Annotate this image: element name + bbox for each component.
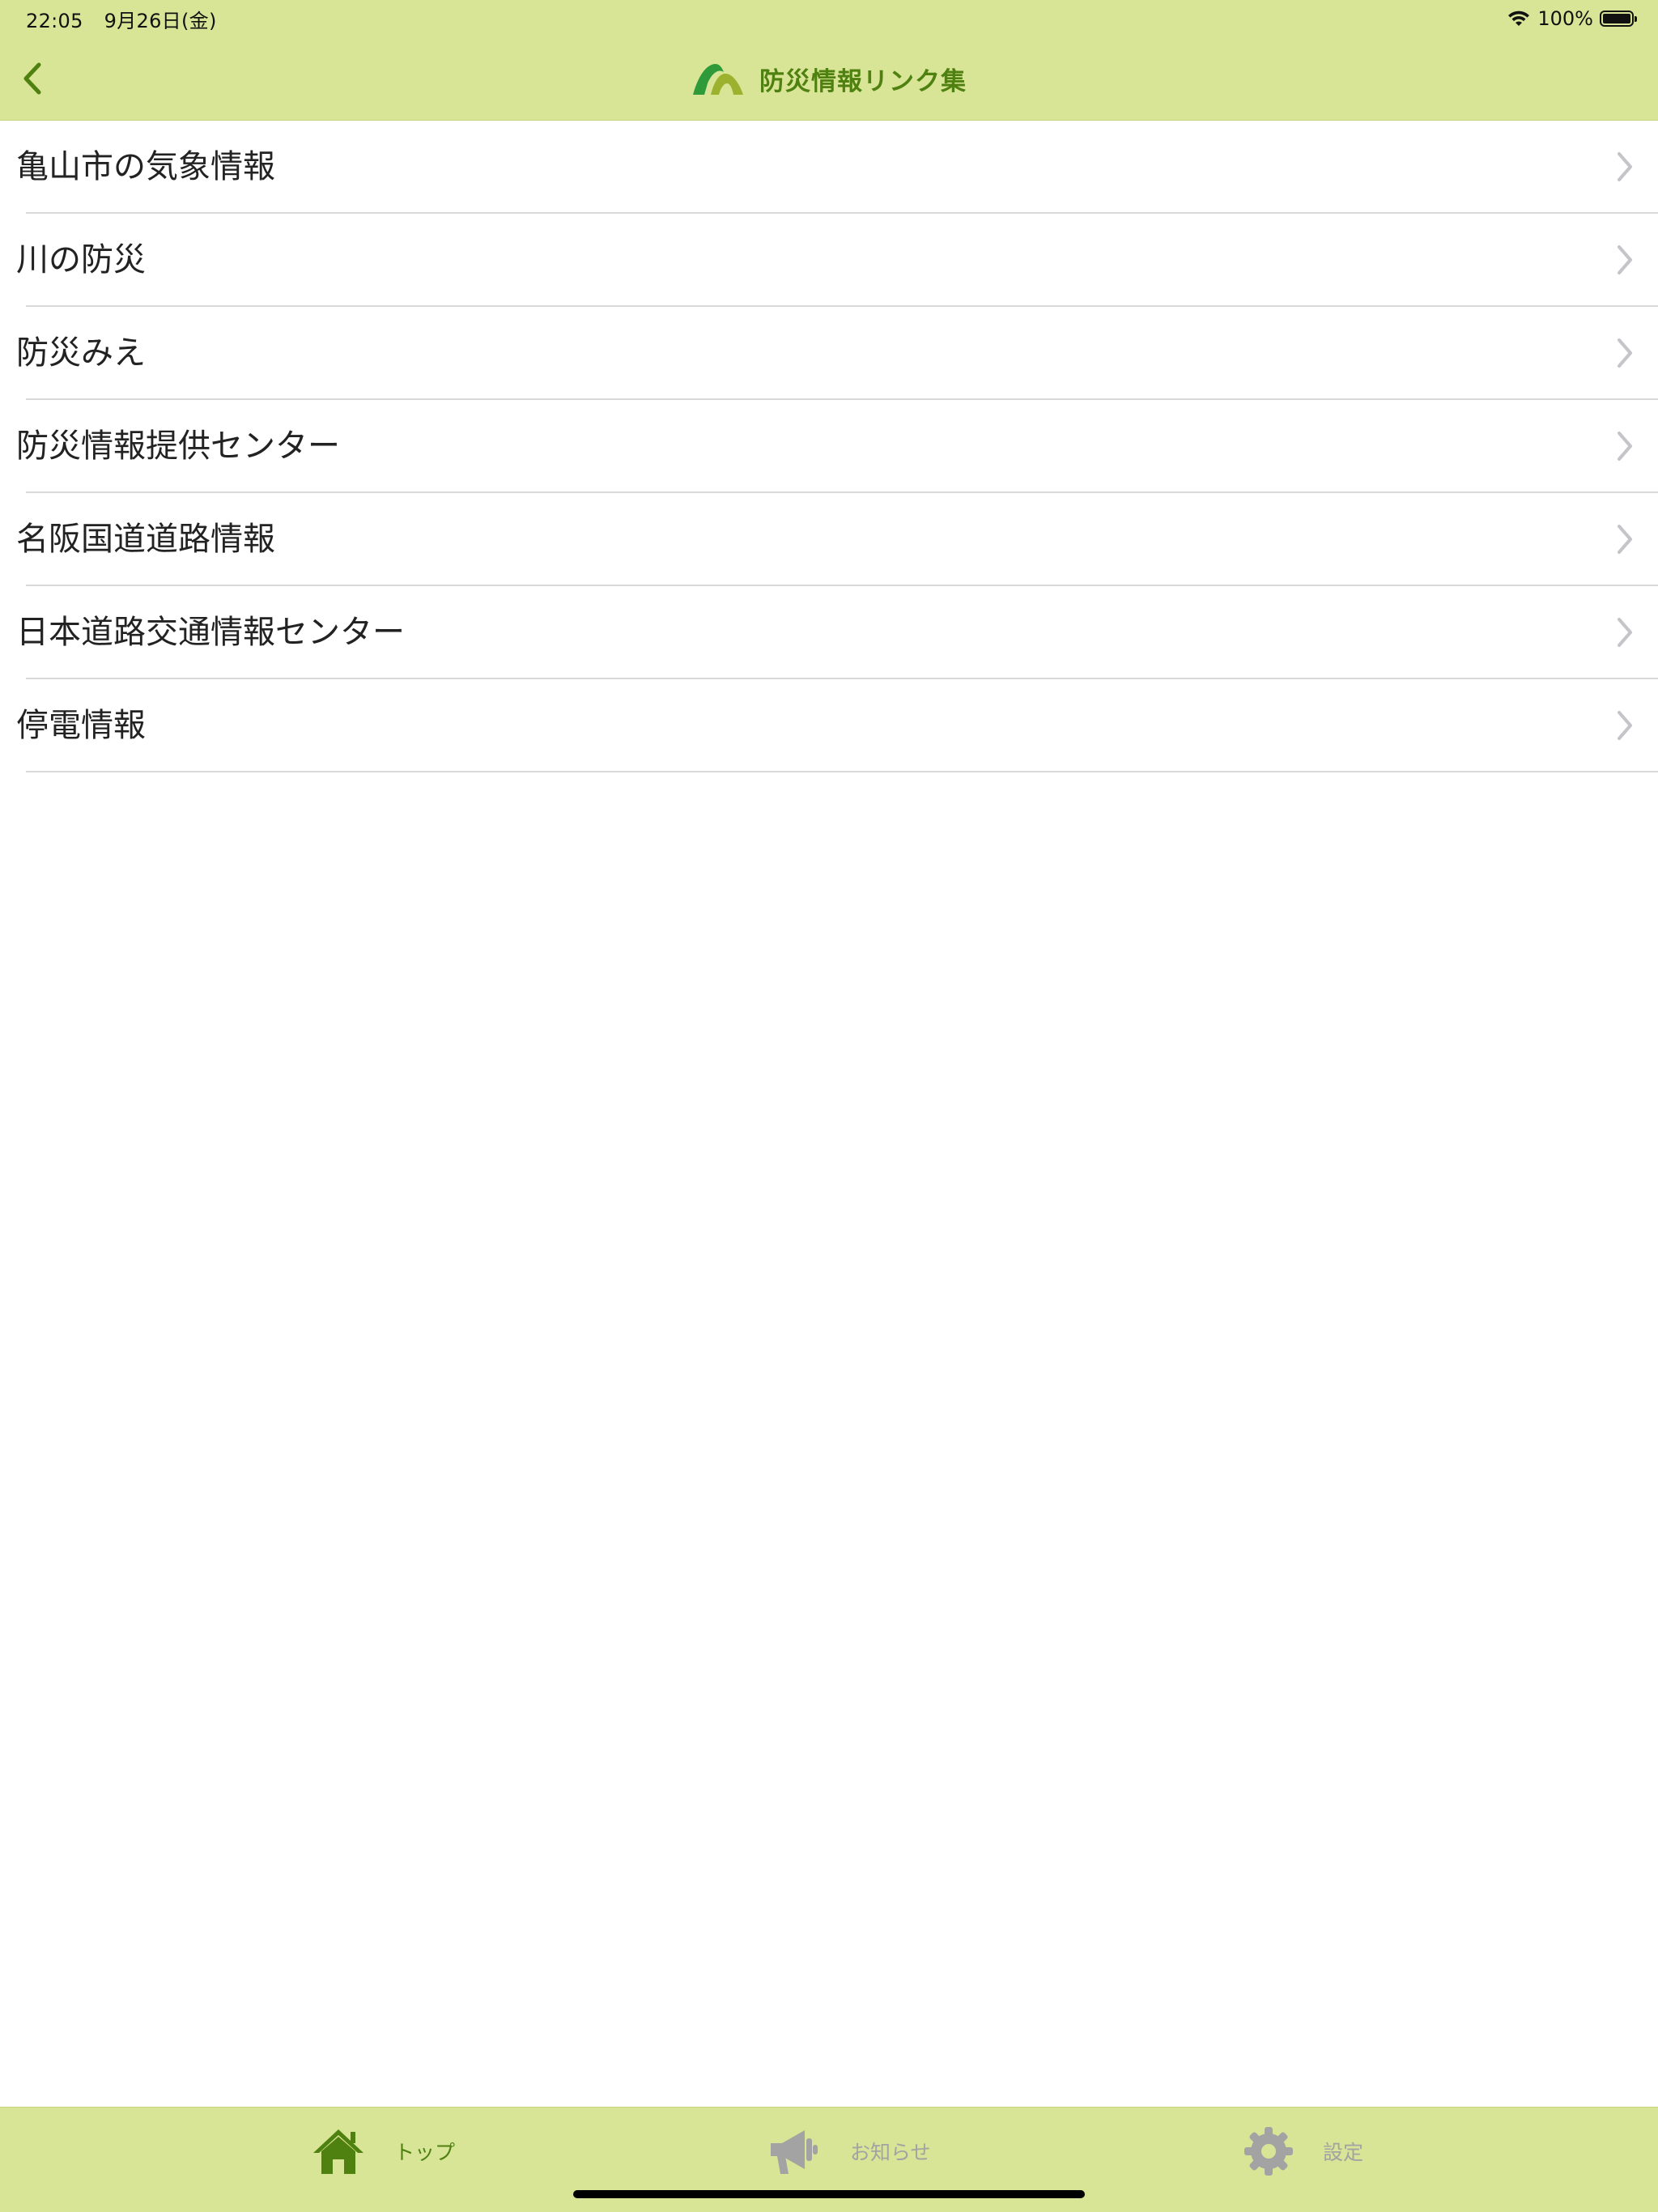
list-item[interactable]: 停電情報 — [0, 679, 1658, 772]
chevron-right-icon — [1618, 618, 1632, 647]
tab-news[interactable]: お知らせ — [767, 2119, 931, 2184]
list-item-label: 日本道路交通情報センター — [16, 614, 405, 651]
status-date: 9月26日(金) — [104, 10, 217, 32]
list-item-label: 防災みえ — [16, 334, 146, 372]
battery-icon — [1600, 11, 1637, 27]
chevron-right-icon — [1618, 432, 1632, 461]
list-item-label: 亀山市の気象情報 — [16, 148, 275, 185]
mountain-logo-icon — [693, 64, 743, 95]
tab-label-settings: 設定 — [1323, 2141, 1364, 2164]
list-item[interactable]: 防災情報提供センター — [0, 400, 1658, 493]
status-bar-left: 22:05 9月26日(金) — [26, 5, 238, 33]
battery-percent: 100% — [1537, 7, 1593, 30]
tab-label-news: お知らせ — [850, 2141, 931, 2164]
megaphone-icon — [771, 2130, 818, 2174]
battery-fill — [1603, 14, 1630, 23]
chevron-right-icon — [1618, 338, 1632, 368]
list-item-label: 名阪国道道路情報 — [16, 521, 275, 558]
list-item-label: 川の防災 — [16, 241, 146, 279]
page-title: 防災情報リンク集 — [759, 66, 967, 96]
list-item[interactable]: 日本道路交通情報センター — [0, 586, 1658, 679]
status-time: 22:05 — [26, 10, 83, 32]
nav-title-area: 防災情報リンク集 — [0, 49, 1658, 108]
chevron-right-icon — [1618, 245, 1632, 274]
wifi-icon — [1508, 11, 1530, 26]
list-item-label: 停電情報 — [16, 707, 146, 744]
tab-label-top: トップ — [394, 2141, 456, 2164]
list-item[interactable]: 名阪国道道路情報 — [0, 493, 1658, 586]
chevron-right-icon — [1618, 152, 1632, 181]
chevron-right-icon — [1618, 711, 1632, 740]
app-screen: 22:05 9月26日(金) 100% 防災情報リンク集 亀山市の気象情報 川の… — [0, 0, 1658, 2212]
chevron-right-icon — [1618, 525, 1632, 554]
list-item[interactable]: 川の防災 — [0, 214, 1658, 307]
home-indicator — [573, 2190, 1085, 2198]
list-item-label: 防災情報提供センター — [16, 428, 340, 465]
list-item[interactable]: 防災みえ — [0, 307, 1658, 400]
list-item[interactable]: 亀山市の気象情報 — [0, 121, 1658, 214]
tab-settings[interactable]: 設定 — [1244, 2119, 1363, 2184]
home-icon — [313, 2129, 363, 2174]
tab-top[interactable]: トップ — [312, 2119, 455, 2184]
gear-icon — [1244, 2127, 1293, 2176]
link-list: 亀山市の気象情報 川の防災防災みえ防災情報提供センター 名阪国道道路情報日本道路交通… — [0, 121, 1658, 772]
status-bar-right: 100% — [1507, 5, 1637, 32]
top-header: 22:05 9月26日(金) 100% 防災情報リンク集 — [0, 0, 1658, 121]
